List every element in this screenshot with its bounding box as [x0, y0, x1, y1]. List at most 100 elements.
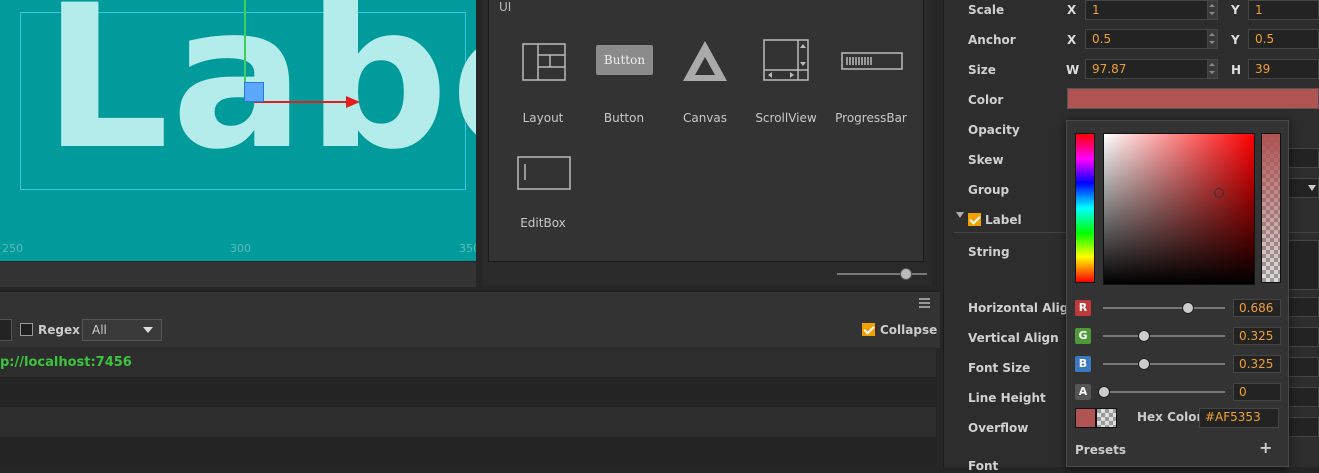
- menu-icon[interactable]: [919, 298, 930, 308]
- console-search-input[interactable]: [0, 319, 12, 341]
- log-row[interactable]: [0, 377, 936, 407]
- channel-b-handle[interactable]: [1137, 358, 1150, 370]
- log-row[interactable]: [0, 407, 936, 437]
- widget-label: EditBox: [520, 216, 566, 230]
- progressbar-icon: [841, 52, 903, 70]
- log-row[interactable]: p://localhost:7456: [0, 347, 936, 377]
- channel-g-handle[interactable]: [1137, 330, 1150, 342]
- scale-x-axis-label: X: [1067, 3, 1077, 17]
- group-label: Group: [968, 183, 1010, 197]
- move-gizmo-x-axis[interactable]: [254, 101, 352, 103]
- move-gizmo-x-arrow-icon[interactable]: [346, 96, 360, 108]
- ruler-tick: 250: [2, 242, 23, 255]
- channel-g-badge: G: [1075, 328, 1091, 344]
- widget-label: Layout: [522, 111, 564, 125]
- hex-color-label: Hex Color: [1137, 410, 1203, 424]
- channel-g-input[interactable]: 0.325: [1233, 327, 1281, 345]
- current-color-preview: [1075, 408, 1096, 428]
- scene-statusbar: [0, 261, 476, 287]
- channel-a-track[interactable]: [1103, 391, 1225, 393]
- regex-checkbox[interactable]: [20, 323, 33, 336]
- zoom-slider-handle[interactable]: [899, 268, 912, 280]
- channel-g-track[interactable]: [1103, 335, 1225, 337]
- editbox-icon: [517, 156, 571, 190]
- channel-r-track[interactable]: [1103, 307, 1225, 309]
- color-label: Color: [968, 93, 1004, 107]
- channel-a-input[interactable]: 0: [1233, 383, 1281, 401]
- channel-r-badge: R: [1075, 300, 1091, 316]
- anchor-label: Anchor: [968, 33, 1016, 47]
- ruler-tick: 350: [459, 242, 476, 255]
- collapse-arrow-icon[interactable]: [956, 212, 964, 218]
- line-height-label: Line Height: [968, 391, 1046, 405]
- anchor-y-input[interactable]: 0.5: [1248, 29, 1319, 49]
- channel-b-track[interactable]: [1103, 363, 1225, 365]
- opacity-label: Opacity: [968, 123, 1020, 137]
- scene-view[interactable]: Label 250 300 350: [0, 0, 476, 261]
- stepper-icon[interactable]: [1207, 1, 1217, 19]
- widget-label: ScrollView: [755, 111, 817, 125]
- button-icon: Button: [596, 45, 653, 75]
- label-component-checkbox[interactable]: [968, 213, 981, 226]
- layout-icon: [522, 43, 566, 81]
- scrollview-icon: [763, 39, 809, 81]
- scale-x-input[interactable]: 1: [1085, 0, 1218, 20]
- log-text: p://localhost:7456: [0, 355, 132, 370]
- size-w-axis-label: W: [1066, 63, 1080, 77]
- scale-y-axis-label: Y: [1231, 3, 1240, 17]
- presets-label: Presets: [1075, 443, 1127, 457]
- channel-a-badge: A: [1075, 384, 1091, 400]
- color-cursor[interactable]: [1214, 188, 1224, 198]
- channel-r-input[interactable]: 0.686: [1233, 299, 1281, 317]
- transparent-preview: [1096, 408, 1117, 428]
- log-level-value: All: [92, 323, 107, 337]
- size-label: Size: [968, 63, 996, 77]
- stepper-icon[interactable]: [1207, 60, 1217, 78]
- chevron-down-icon: [143, 327, 153, 333]
- collapse-checkbox[interactable]: [862, 323, 875, 336]
- console-log: p://localhost:7456: [0, 347, 936, 467]
- widget-label: Canvas: [682, 111, 728, 125]
- component-title: Label: [985, 213, 1022, 227]
- string-label: String: [968, 245, 1010, 259]
- widgets-panel: UI Layout Button Button Canvas ScrollVie…: [482, 0, 932, 286]
- color-swatch[interactable]: [1067, 88, 1319, 109]
- font-label: Font: [968, 459, 999, 473]
- channel-r-handle[interactable]: [1181, 302, 1194, 314]
- alpha-slider[interactable]: [1261, 133, 1281, 283]
- size-width-input[interactable]: 97.87: [1085, 59, 1218, 79]
- zoom-slider-track[interactable]: [837, 273, 927, 275]
- anchor-y-axis-label: Y: [1231, 33, 1240, 47]
- move-gizmo-y-axis[interactable]: [244, 0, 246, 92]
- skew-label: Skew: [968, 153, 1004, 167]
- hue-slider[interactable]: [1075, 133, 1095, 283]
- label-node-bounds[interactable]: Label: [20, 0, 476, 190]
- move-gizmo-center[interactable]: [244, 82, 264, 102]
- saturation-value-area[interactable]: [1103, 133, 1255, 285]
- canvas-icon: [683, 41, 727, 81]
- vertical-align-label: Vertical Align: [968, 331, 1059, 345]
- scale-y-input[interactable]: 1: [1248, 0, 1319, 20]
- channel-a-handle[interactable]: [1098, 386, 1110, 398]
- ruler-tick: 300: [230, 242, 251, 255]
- font-size-label: Font Size: [968, 361, 1031, 375]
- section-title: UI: [499, 0, 512, 14]
- collapse-label: Collapse: [880, 323, 938, 337]
- channel-b-badge: B: [1075, 356, 1091, 372]
- log-row[interactable]: [0, 437, 936, 467]
- stepper-icon[interactable]: [1207, 30, 1217, 48]
- anchor-x-axis-label: X: [1067, 33, 1077, 47]
- anchor-x-input[interactable]: 0.5: [1085, 29, 1218, 49]
- widgets-library: UI Layout Button Button Canvas ScrollVie…: [488, 0, 924, 262]
- widget-label: ProgressBar: [835, 111, 907, 125]
- overflow-label: Overflow: [968, 421, 1029, 435]
- log-level-select[interactable]: All: [82, 319, 162, 341]
- size-height-input[interactable]: 39: [1248, 59, 1319, 79]
- channel-b-input[interactable]: 0.325: [1233, 355, 1281, 373]
- horizontal-align-label: Horizontal Align: [968, 301, 1077, 315]
- scale-label: Scale: [968, 3, 1005, 17]
- color-picker-popup: R 0.686 G 0.325 B 0.325 A 0 Hex Color #A…: [1066, 120, 1289, 467]
- hex-color-input[interactable]: #AF5353: [1199, 408, 1279, 428]
- regex-label: Regex: [38, 323, 80, 337]
- add-preset-button[interactable]: +: [1259, 438, 1272, 457]
